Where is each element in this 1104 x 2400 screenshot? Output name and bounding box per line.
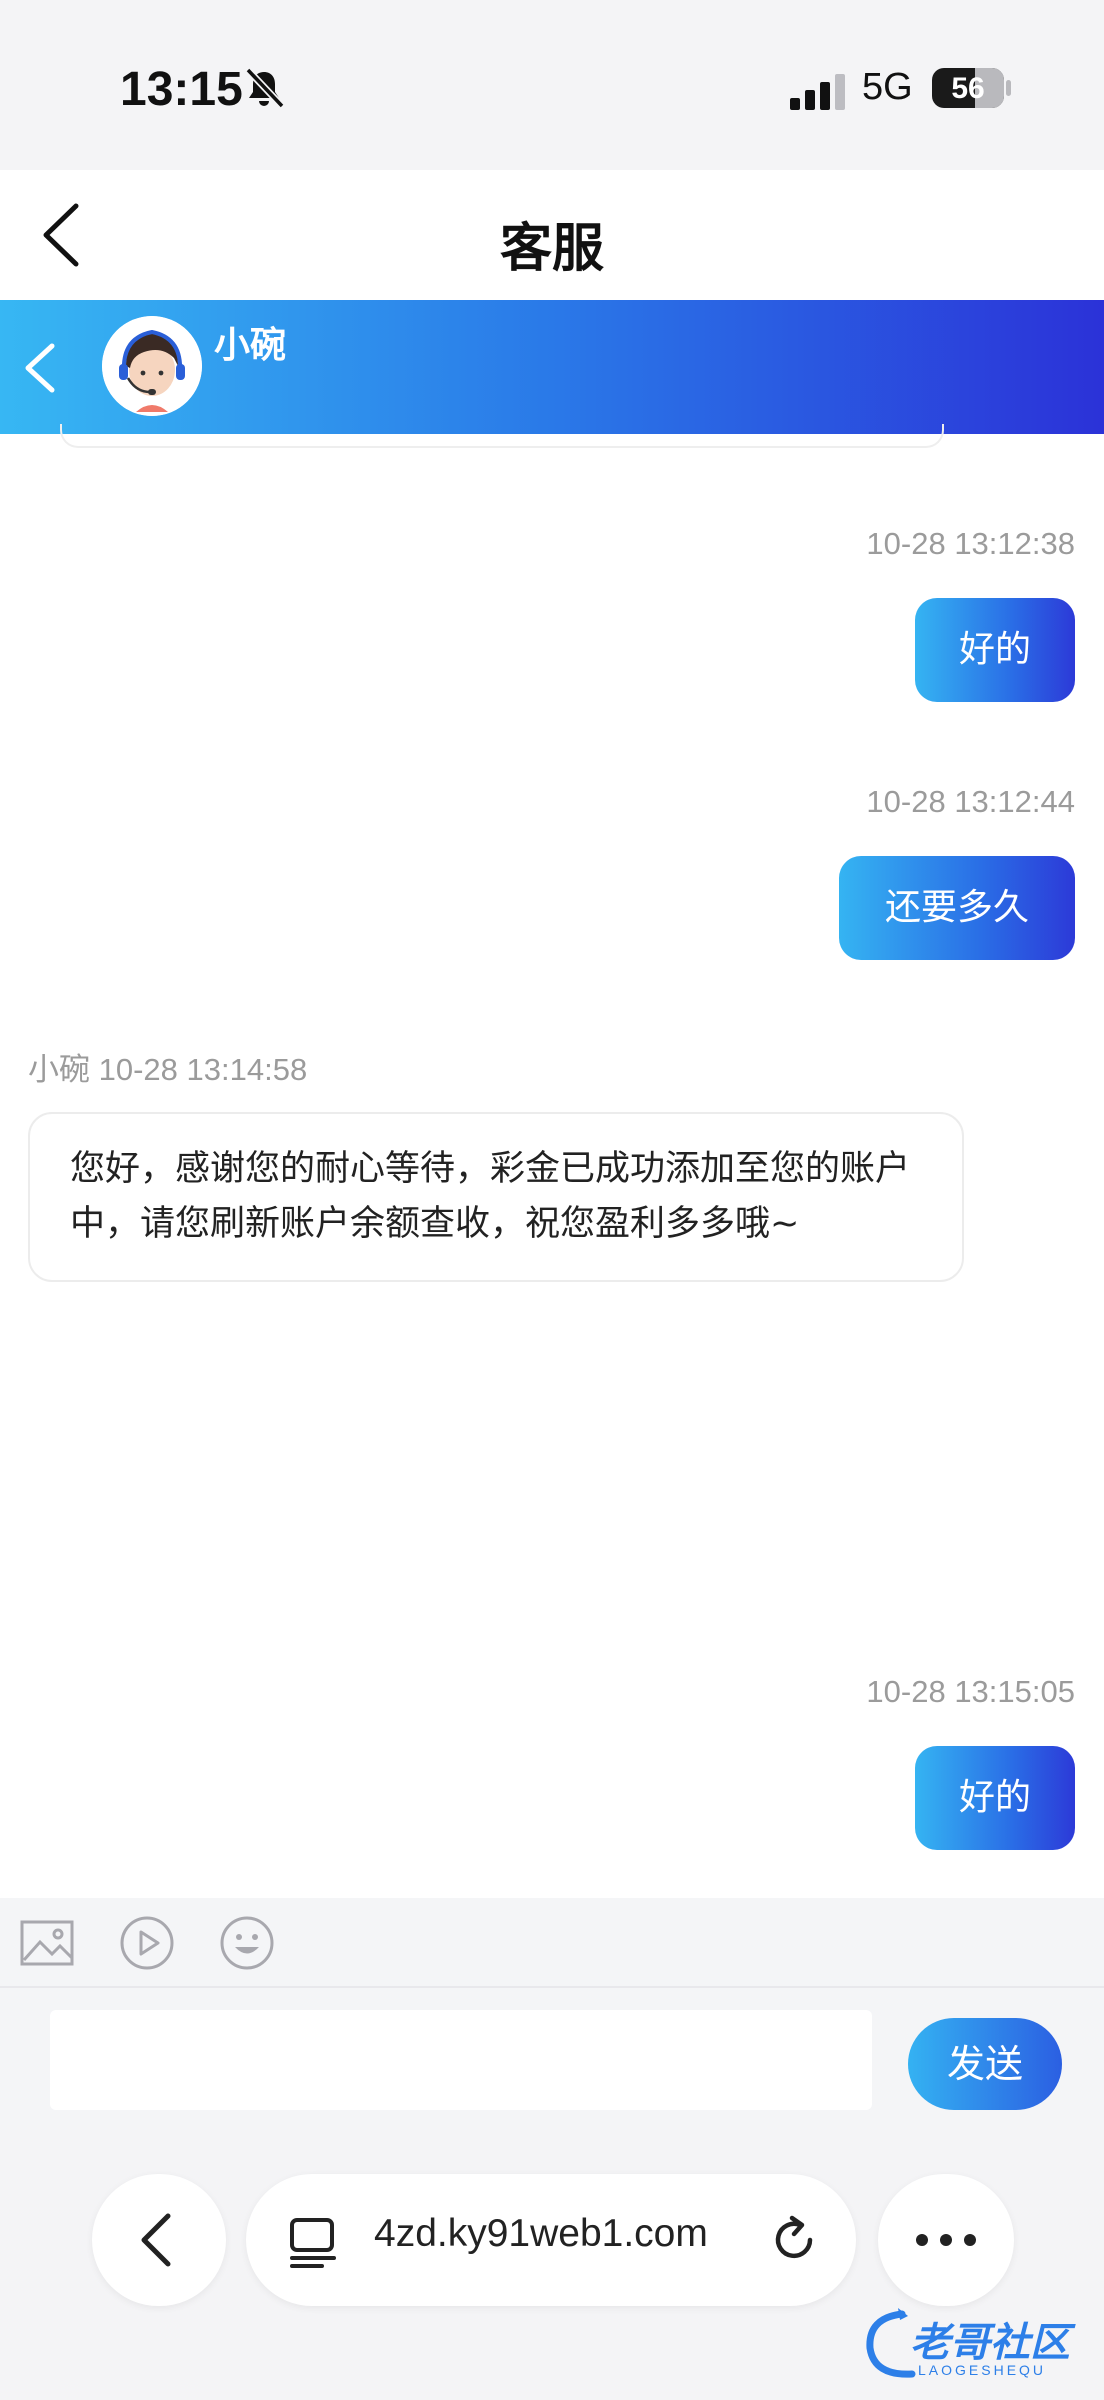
watermark-subtext: LAOGESHEQU [918, 2362, 1047, 2378]
page-title: 客服 [499, 219, 604, 279]
url-text[interactable]: 4zd.ky91web1.com [374, 2212, 708, 2256]
cellular-signal-icon [790, 74, 845, 110]
page-header: 客服 [0, 170, 1104, 300]
headset-agent-icon [102, 316, 202, 416]
incoming-message[interactable]: 您好，感谢您的耐心等待，彩金已成功添加至您的账户中，请您刷新账户余额查收，祝您盈… [28, 1112, 964, 1282]
message-timestamp: 10-28 13:12:44 [866, 784, 1075, 819]
emoji-icon[interactable] [218, 1914, 276, 1972]
agent-name: 小碗 [214, 325, 287, 366]
image-icon[interactable] [18, 1914, 76, 1972]
browser-back-button[interactable] [92, 2174, 226, 2306]
more-dots-icon [916, 2234, 976, 2246]
status-bar: 13:15 5G 56 [0, 0, 1104, 170]
chat-back-icon[interactable] [20, 340, 60, 396]
address-bar[interactable]: 4zd.ky91web1.com [246, 2174, 856, 2306]
message-timestamp: 10-28 13:15:05 [866, 1674, 1075, 1709]
message-timestamp: 10-28 13:12:38 [866, 526, 1075, 561]
sender-name: 小碗 [28, 1052, 90, 1087]
previous-message-edge [60, 424, 944, 448]
message-timestamp: 10-28 13:14:58 [98, 1052, 308, 1087]
chat-area[interactable]: 10-28 13:12:38 好的 10-28 13:12:44 还要多久 小碗… [0, 424, 1104, 1898]
watermark-logo: 老哥社区 LAOGESHEQU [862, 2300, 1094, 2388]
watermark-text: 老哥社区 [910, 2320, 1070, 2366]
agent-avatar [102, 316, 202, 416]
status-time: 13:15 [120, 63, 243, 116]
video-icon[interactable] [118, 1914, 176, 1972]
composer-row: 发送 [0, 1988, 1104, 2130]
composer-toolbar [0, 1898, 1104, 1988]
tabs-icon[interactable] [286, 2216, 340, 2270]
network-type: 5G [862, 66, 913, 108]
incoming-message-meta: 小碗 10-28 13:14:58 [28, 1044, 307, 1089]
battery-icon: 56 [932, 68, 1004, 108]
outgoing-message[interactable]: 好的 [915, 598, 1075, 702]
send-button[interactable]: 发送 [908, 2018, 1062, 2110]
back-chevron-icon [141, 2213, 171, 2267]
bell-muted-icon [245, 67, 285, 109]
agent-bar: 小碗 [0, 300, 1104, 434]
battery-level: 56 [951, 72, 985, 105]
outgoing-message[interactable]: 还要多久 [839, 856, 1075, 960]
message-input[interactable] [50, 2010, 872, 2110]
more-options-button[interactable] [878, 2174, 1014, 2306]
reload-icon[interactable] [766, 2212, 822, 2268]
outgoing-message[interactable]: 好的 [915, 1746, 1075, 1850]
battery-cap [1006, 80, 1011, 96]
